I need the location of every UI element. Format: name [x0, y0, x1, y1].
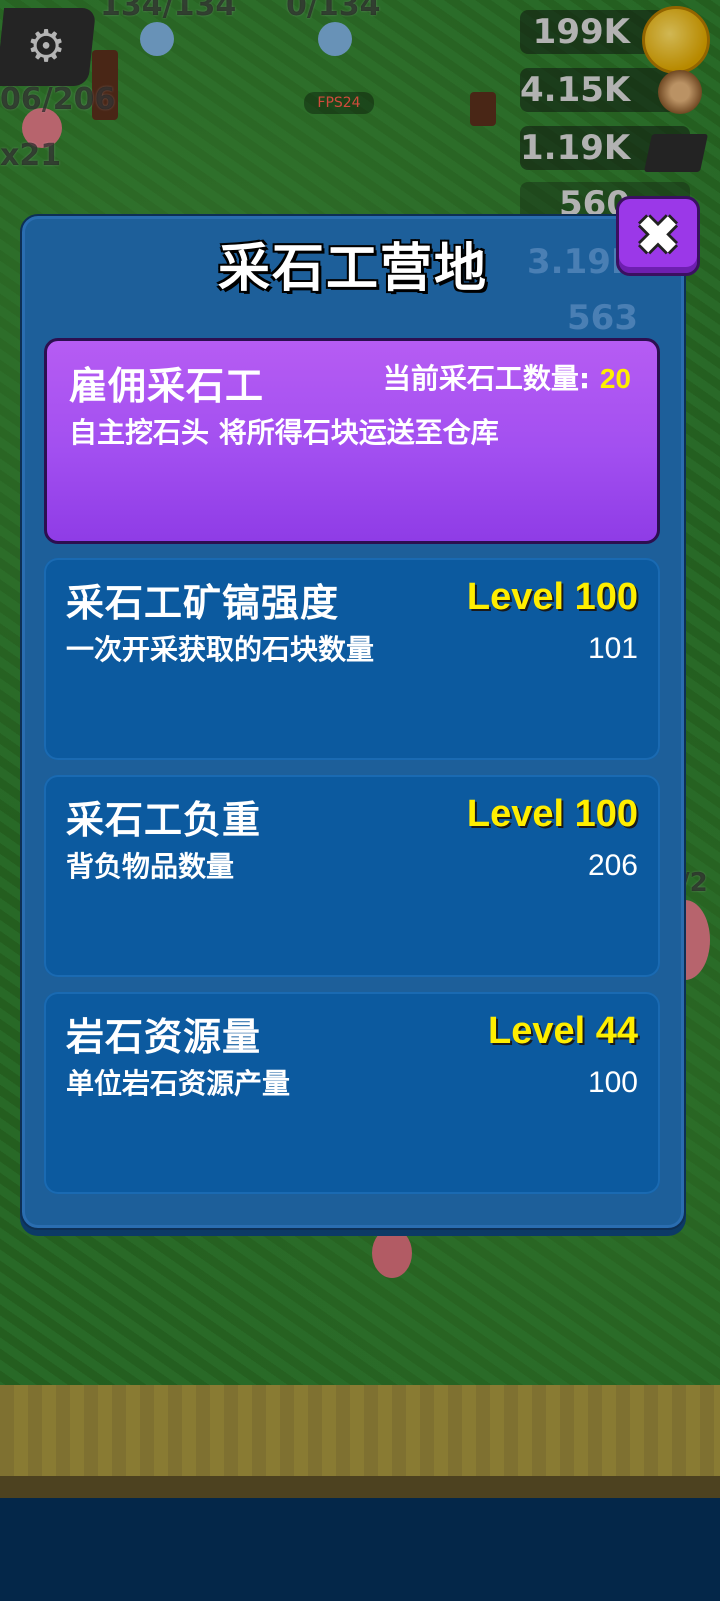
upgrade-level: Level 100: [466, 793, 638, 835]
upgrade-description: 背负物品数量: [66, 850, 235, 883]
worker-count-value: 20: [599, 363, 631, 394]
upgrade-title: 采石工负重: [66, 798, 262, 842]
hire-description: 自主挖石头 将所得石块运送至仓库: [69, 416, 499, 449]
upgrade-description: 一次开采获取的石块数量: [66, 633, 375, 666]
upgrade-description: 单位岩石资源产量: [66, 1067, 291, 1100]
upgrade-value: 206: [587, 849, 638, 882]
upgrade-title: 采石工矿镐强度: [66, 581, 340, 625]
upgrade-card-capacity[interactable]: 采石工负重 Level 100 背负物品数量 206: [44, 775, 660, 977]
upgrade-level: Level 44: [488, 1010, 638, 1052]
worker-count: 当前采石工数量: 20: [383, 357, 631, 397]
close-x-icon: ✖: [635, 204, 681, 267]
worker-count-label: 当前采石工数量:: [382, 362, 600, 395]
resource-ghost-value: 563: [567, 298, 638, 338]
upgrade-card-pickaxe[interactable]: 采石工矿镐强度 Level 100 一次开采获取的石块数量 101: [44, 558, 660, 760]
upgrade-value: 101: [587, 632, 638, 665]
upgrade-title: 岩石资源量: [66, 1015, 262, 1059]
upgrade-level: Level 100: [466, 576, 638, 618]
upgrade-value: 100: [587, 1066, 638, 1099]
close-button[interactable]: ✖: [616, 196, 700, 276]
hire-worker-card[interactable]: 雇佣采石工 当前采石工数量: 20 自主挖石头 将所得石块运送至仓库: [44, 338, 660, 544]
upgrade-card-rock-resource[interactable]: 岩石资源量 Level 44 单位岩石资源产量 100: [44, 992, 660, 1194]
panel-title: 采石工营地: [217, 239, 488, 299]
hire-title: 雇佣采石工: [69, 364, 265, 408]
